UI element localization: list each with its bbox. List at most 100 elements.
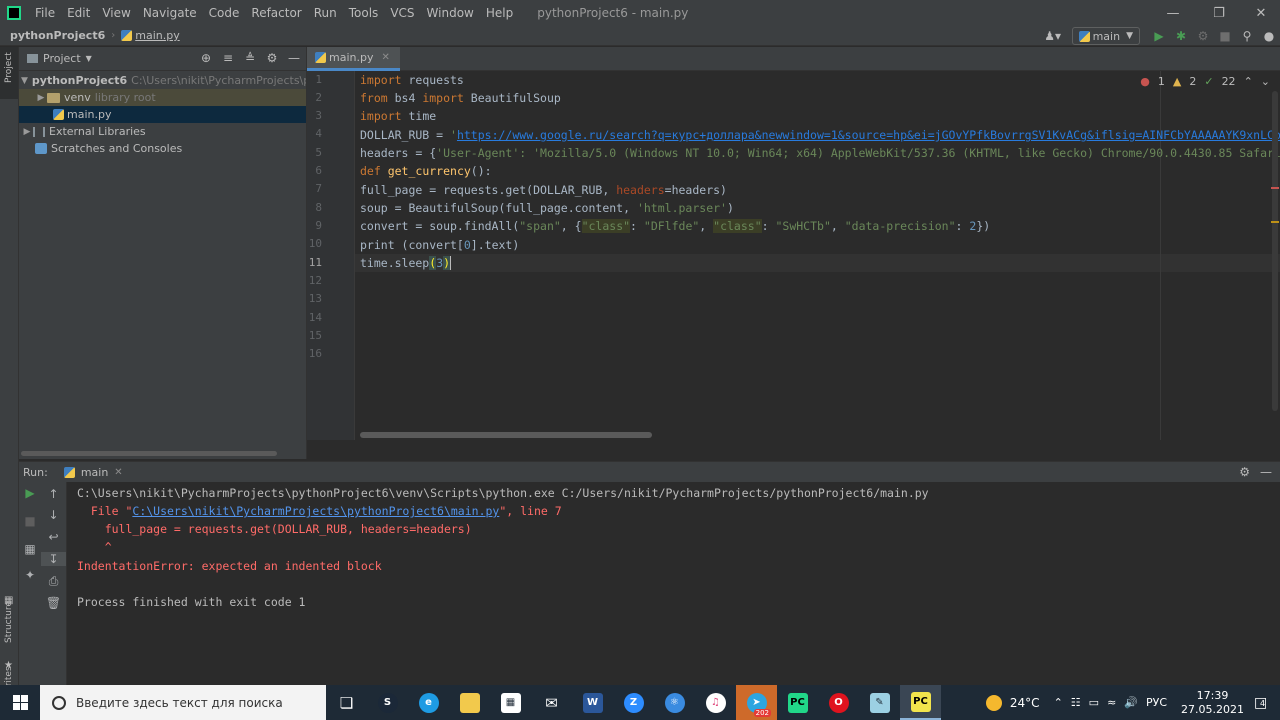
inspection-widget[interactable]: ● 1 ▲ 2 ✓ 22 ⌃ ⌄ <box>1140 75 1270 88</box>
steam-icon[interactable]: S <box>367 685 408 720</box>
gear-icon[interactable]: ⚙ <box>1239 465 1250 479</box>
code-editor[interactable]: import requests from bs4 import Beautifu… <box>355 71 1280 440</box>
collapse-arrow-icon[interactable]: ▶ <box>21 127 33 137</box>
app-icon[interactable]: ⚛ <box>654 685 695 720</box>
task-view-icon[interactable]: ❏ <box>326 685 367 720</box>
rerun-icon[interactable]: ▶ <box>19 486 41 500</box>
weather-temperature[interactable]: 24°C <box>1010 696 1040 710</box>
opera-icon[interactable]: O <box>818 685 859 720</box>
minimize-icon[interactable]: — <box>1150 0 1196 26</box>
url-string[interactable]: https://www.google.ru/search?q=курс+долл… <box>457 128 1280 142</box>
file-explorer-icon[interactable] <box>449 685 490 720</box>
tray-chevron-up-icon[interactable]: ⌃ <box>1054 696 1063 709</box>
battery-icon[interactable]: ▭ <box>1089 696 1099 709</box>
print-icon[interactable]: ⎙ <box>41 574 66 589</box>
menu-vcs[interactable]: VCS <box>384 0 420 26</box>
scroll-to-end-icon[interactable]: ↧ <box>41 552 66 566</box>
taskbar-search[interactable]: Введите здесь текст для поиска <box>40 685 326 720</box>
run-icon[interactable]: ▶ <box>1148 29 1170 43</box>
edge-icon[interactable]: e <box>408 685 449 720</box>
hide-icon[interactable]: — <box>1260 465 1272 479</box>
stop-icon[interactable]: ■ <box>1214 29 1236 43</box>
zoom-icon[interactable]: Z <box>613 685 654 720</box>
structure-tool-label[interactable]: Structure <box>4 601 14 643</box>
arrow-up-icon[interactable]: ↑ <box>41 487 66 501</box>
clock[interactable]: 17:39 27.05.2021 <box>1181 689 1244 717</box>
chevron-down-icon[interactable]: ▼ <box>86 54 92 63</box>
menu-view[interactable]: View <box>96 0 136 26</box>
pycharm-active-icon[interactable]: PC <box>900 685 941 720</box>
soft-wrap-icon[interactable]: ↩ <box>41 530 66 544</box>
debug-icon[interactable]: ✱ <box>1170 29 1192 43</box>
structure-icon[interactable]: ▦ <box>4 595 13 606</box>
python-avatar-icon[interactable]: ● <box>1258 29 1280 43</box>
pin-icon[interactable]: ✦ <box>19 568 41 582</box>
wifi-icon[interactable]: ≈ <box>1107 696 1116 709</box>
warning-stripe-marker[interactable] <box>1271 221 1279 223</box>
chevron-up-icon[interactable]: ⌃ <box>1244 75 1253 88</box>
breadcrumb-separator-icon: › <box>111 30 116 41</box>
stop-icon[interactable]: ■ <box>19 514 41 528</box>
tree-venv[interactable]: ▶ venv library root <box>19 89 306 106</box>
error-stripe-marker[interactable] <box>1271 187 1279 189</box>
tree-main-py[interactable]: main.py <box>19 106 306 123</box>
telegram-icon[interactable]: ➤ 202 <box>736 685 777 720</box>
project-horizontal-scrollbar[interactable] <box>21 451 277 456</box>
notification-icon[interactable]: □ 4 <box>1254 695 1274 711</box>
chevron-down-icon[interactable]: ⌄ <box>1261 75 1270 88</box>
run-tab-main[interactable]: main ✕ <box>63 466 123 479</box>
arrow-down-icon[interactable]: ↓ <box>41 508 66 522</box>
word-icon[interactable]: W <box>572 685 613 720</box>
notes-app-icon[interactable]: ✎ <box>859 685 900 720</box>
menu-refactor[interactable]: Refactor <box>245 0 307 26</box>
layout-icon[interactable]: ▦ <box>19 542 41 556</box>
traceback-file-link[interactable]: C:\Users\nikit\PycharmProjects\pythonPro… <box>132 504 499 518</box>
run-configuration-selector[interactable]: main ▼ <box>1071 27 1140 45</box>
tab-main-py[interactable]: main.py ✕ <box>307 47 400 71</box>
language-indicator[interactable]: РУС <box>1146 696 1167 709</box>
menu-code[interactable]: Code <box>203 0 246 26</box>
coverage-icon[interactable]: ⚙ <box>1192 29 1214 43</box>
locate-icon[interactable]: ⊕ <box>198 51 214 65</box>
hide-icon[interactable]: — <box>286 51 302 65</box>
tree-project-root[interactable]: ▼ pythonProject6 C:\Users\nikit\PycharmP… <box>19 72 306 89</box>
start-button[interactable] <box>0 685 40 720</box>
menu-window[interactable]: Window <box>421 0 480 26</box>
pycharm-ce-icon[interactable]: PC <box>777 685 818 720</box>
breadcrumb-file[interactable]: main.py <box>135 29 179 42</box>
expand-arrow-icon[interactable]: ▼ <box>21 76 28 86</box>
menu-file[interactable]: File <box>29 0 61 26</box>
run-console[interactable]: C:\Users\nikit\PycharmProjects\pythonPro… <box>67 482 1280 685</box>
favorites-star-icon[interactable]: ★ <box>4 660 13 671</box>
trash-icon[interactable]: 🗑 <box>41 596 66 610</box>
close-tab-icon[interactable]: ✕ <box>381 52 389 63</box>
store-icon[interactable]: ▦ <box>490 685 531 720</box>
restore-icon[interactable]: ❐ <box>1196 0 1242 26</box>
gear-icon[interactable]: ⚙ <box>264 51 280 65</box>
search-icon[interactable]: ⚲ <box>1236 29 1258 43</box>
menu-navigate[interactable]: Navigate <box>137 0 203 26</box>
breadcrumb-project[interactable]: pythonProject6 <box>10 29 105 42</box>
menu-tools[interactable]: Tools <box>343 0 385 26</box>
collapse-arrow-icon[interactable]: ▶ <box>35 93 47 103</box>
collapse-all-icon[interactable]: ≜ <box>242 51 258 65</box>
network-icon[interactable]: ☷ <box>1071 696 1081 709</box>
weather-sun-icon[interactable] <box>985 694 1002 711</box>
tree-external-libraries[interactable]: ▶ External Libraries <box>19 123 306 140</box>
editor-vertical-scrollbar[interactable] <box>1272 91 1278 411</box>
expand-all-icon[interactable]: ≡ <box>220 51 236 65</box>
itunes-icon[interactable]: ♫ <box>695 685 736 720</box>
menu-edit[interactable]: Edit <box>61 0 96 26</box>
project-tool-label[interactable]: Project <box>4 52 14 83</box>
close-icon[interactable]: ✕ <box>1238 0 1280 26</box>
editor-horizontal-scrollbar[interactable] <box>360 432 652 438</box>
tree-scratches[interactable]: Scratches and Consoles <box>19 140 306 157</box>
menu-help[interactable]: Help <box>480 0 519 26</box>
mail-icon[interactable]: ✉ <box>531 685 572 720</box>
line-number: 13 <box>308 292 322 305</box>
user-icon[interactable]: ♟▾ <box>1042 29 1064 43</box>
close-tab-icon[interactable]: ✕ <box>114 467 122 478</box>
project-view-selector[interactable]: Project <box>43 52 81 65</box>
menu-run[interactable]: Run <box>308 0 343 26</box>
volume-icon[interactable]: 🔊 <box>1124 696 1138 709</box>
